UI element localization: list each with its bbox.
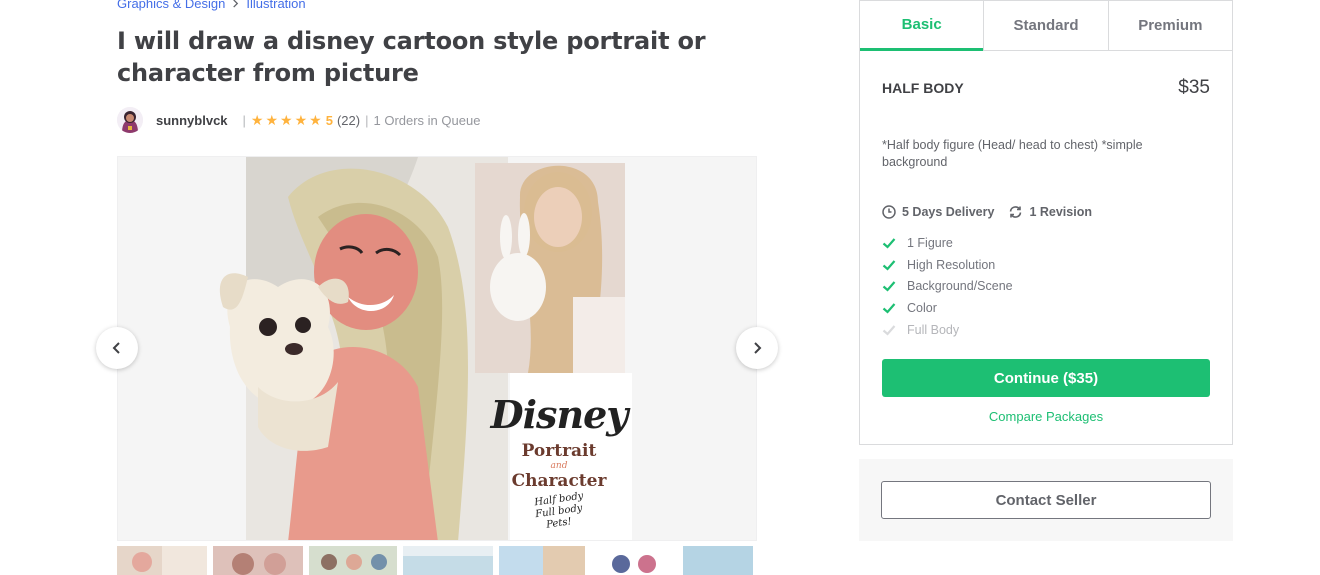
- star-icon: ★: [265, 111, 279, 128]
- gallery-thumbnail[interactable]: [403, 546, 493, 575]
- breadcrumb: Graphics & Design Illustration: [117, 0, 306, 11]
- check-icon: [882, 238, 896, 249]
- gallery-thumbnails: [117, 546, 757, 575]
- rating-stars: ★ ★ ★ ★ ★: [251, 112, 322, 129]
- tab-basic[interactable]: Basic: [860, 1, 984, 51]
- delivery-text: 5 Days Delivery: [902, 205, 995, 219]
- breadcrumb-subcategory-link[interactable]: Illustration: [246, 0, 305, 11]
- separator: |: [365, 112, 369, 128]
- check-icon: [882, 303, 896, 314]
- feature-item: Color: [882, 297, 1013, 319]
- feature-label: Color: [907, 300, 937, 315]
- packages-panel: Basic Standard Premium HALF BODY $35 *Ha…: [859, 0, 1233, 445]
- rating-value: 5: [325, 112, 333, 128]
- compare-packages-link[interactable]: Compare Packages: [860, 409, 1232, 424]
- review-count-link[interactable]: (22): [337, 113, 360, 128]
- package-name: HALF BODY: [882, 80, 964, 96]
- breadcrumb-category-link[interactable]: Graphics & Design: [117, 0, 225, 11]
- tab-premium[interactable]: Premium: [1107, 1, 1232, 50]
- delivery-time: 5 Days Delivery: [882, 205, 994, 219]
- feature-label: Background/Scene: [907, 279, 1013, 294]
- feature-item: Background/Scene: [882, 275, 1013, 297]
- chevron-right-icon: [754, 342, 762, 354]
- feature-label: 1 Figure: [907, 235, 953, 250]
- gallery-next-button[interactable]: [736, 327, 778, 369]
- chevron-left-icon: [112, 342, 120, 354]
- package-tabs: Basic Standard Premium: [860, 1, 1232, 51]
- star-icon: ★: [280, 111, 293, 128]
- check-icon: [882, 259, 896, 271]
- seller-avatar[interactable]: [117, 107, 143, 133]
- gallery-thumbnail[interactable]: [683, 546, 753, 575]
- gallery-text-overlay: Disney Portrait and Character Half body …: [486, 392, 632, 531]
- gallery-thumbnail[interactable]: [499, 546, 585, 575]
- star-icon: ★: [309, 111, 322, 128]
- package-description: *Half body figure (Head/ head to chest) …: [882, 138, 1143, 169]
- feature-label: High Resolution: [907, 257, 996, 272]
- gallery-previous-button[interactable]: [96, 327, 138, 369]
- feature-label: Full Body: [907, 322, 960, 337]
- tab-standard[interactable]: Standard: [983, 1, 1107, 50]
- continue-button[interactable]: Continue ($35): [882, 359, 1210, 397]
- clock-icon: [882, 205, 896, 219]
- gig-title: I will draw a disney cartoon style portr…: [117, 27, 706, 87]
- feature-item: Full Body: [882, 319, 1013, 341]
- gig-gallery[interactable]: Disney Portrait and Character Half body …: [117, 156, 757, 541]
- star-icon: ★: [294, 111, 308, 128]
- chevron-right-icon: [231, 0, 240, 11]
- package-price: $35: [1178, 77, 1210, 98]
- revisions: 1 Revision: [1008, 205, 1092, 219]
- portrait-text: Portrait: [521, 441, 597, 461]
- refresh-icon: [1010, 206, 1022, 218]
- gallery-main-image: [219, 157, 632, 540]
- gallery-thumbnail[interactable]: [213, 546, 303, 575]
- and-text: and: [550, 461, 568, 471]
- check-icon: [882, 281, 896, 292]
- gallery-thumbnail[interactable]: [117, 546, 207, 575]
- separator: |: [242, 112, 246, 128]
- package-meta: 5 Days Delivery 1 Revision: [882, 205, 1092, 219]
- feature-item: High Resolution: [882, 254, 1013, 276]
- check-icon: [882, 324, 896, 336]
- star-icon: ★: [250, 111, 264, 128]
- disney-logo-text: Disney: [490, 392, 629, 437]
- contact-seller-box: Contact Seller: [859, 459, 1233, 541]
- package-header: HALF BODY $35: [882, 77, 1210, 99]
- package-features: 1 Figure High Resolution Background/Scen…: [882, 232, 1013, 340]
- gallery-thumbnail[interactable]: [309, 546, 397, 575]
- seller-overview: sunnyblvck | ★ ★ ★ ★ ★ 5 (22) | 1 Orders…: [117, 106, 480, 134]
- feature-item: 1 Figure: [882, 232, 1013, 254]
- contact-seller-button[interactable]: Contact Seller: [881, 481, 1211, 519]
- seller-username-link[interactable]: sunnyblvck: [156, 113, 228, 128]
- revisions-text: 1 Revision: [1029, 205, 1092, 219]
- gallery-thumbnail[interactable]: [591, 546, 677, 575]
- orders-in-queue: 1 Orders in Queue: [373, 112, 481, 128]
